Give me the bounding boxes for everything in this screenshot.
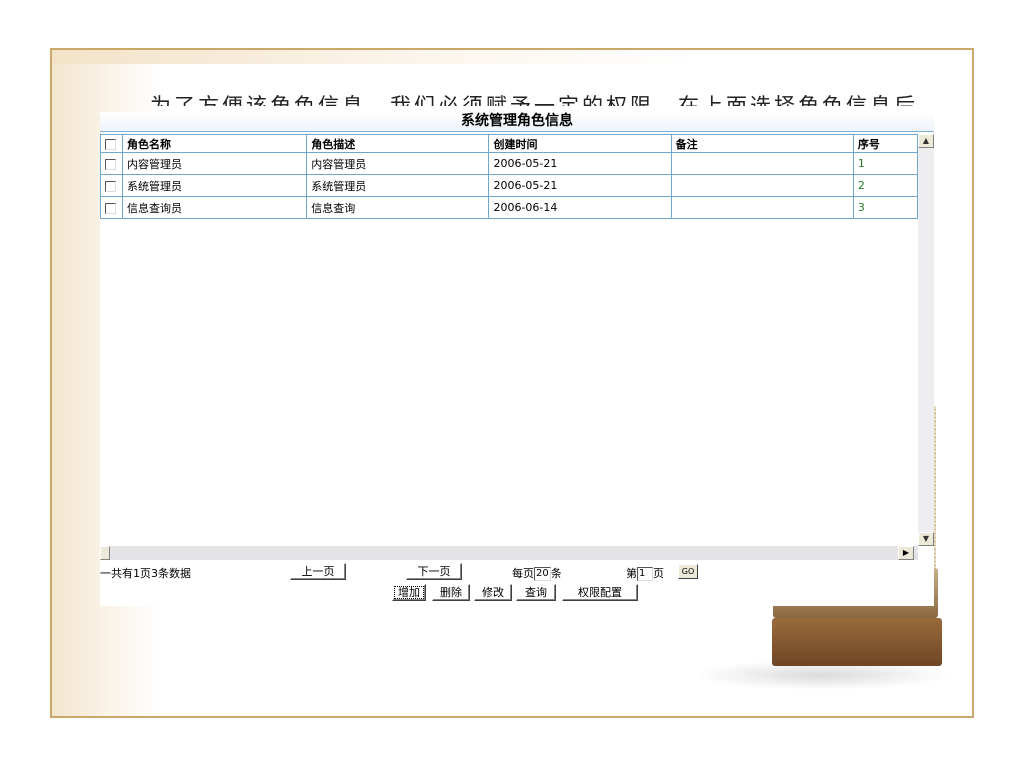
role-table: 角色名称 角色描述 创建时间 备注 序号 内容管理员 内容管理员 2006-05… xyxy=(99,134,919,219)
column-header-name[interactable]: 角色名称 xyxy=(122,134,308,153)
cell-role-name: 内容管理员 xyxy=(122,152,308,175)
row-checkbox-cell[interactable] xyxy=(99,196,124,219)
edit-button[interactable]: 修改 xyxy=(474,584,512,601)
total-count-text: 一共有1页3条数据 xyxy=(100,567,191,580)
cell-seq: 2 xyxy=(852,174,919,197)
per-page-control: 每页 20 条 xyxy=(512,565,562,581)
permission-config-button[interactable]: 权限配置 xyxy=(562,584,638,601)
row-checkbox[interactable] xyxy=(105,158,116,170)
per-page-input[interactable]: 20 xyxy=(534,567,551,581)
per-page-suffix: 条 xyxy=(550,567,562,580)
select-all-checkbox[interactable] xyxy=(105,138,116,150)
slide-top-gradient xyxy=(52,50,972,64)
table-header-row: 角色名称 角色描述 创建时间 备注 序号 xyxy=(99,134,919,153)
column-header-note[interactable]: 备注 xyxy=(670,134,854,153)
page-number-input[interactable]: 1 xyxy=(637,567,653,581)
slide-caption: 为了方便该角色信息，我们必须赋予一定的权限，在上面选择角色信息后，点击下 xyxy=(150,94,940,106)
cell-seq: 3 xyxy=(852,196,919,219)
column-header-seq[interactable]: 序号 xyxy=(852,134,919,153)
row-checkbox[interactable] xyxy=(105,180,116,192)
select-all-cell[interactable] xyxy=(99,134,124,153)
table-row[interactable]: 信息查询员 信息查询 2006-06-14 3 xyxy=(99,196,919,219)
cell-role-name: 信息查询员 xyxy=(122,196,308,219)
per-page-prefix: 每页 xyxy=(512,567,534,580)
table-row[interactable]: 系统管理员 系统管理员 2006-05-21 2 xyxy=(99,174,919,197)
table-row[interactable]: 内容管理员 内容管理员 2006-05-21 1 xyxy=(99,152,919,175)
query-button[interactable]: 查询 xyxy=(516,584,556,601)
page-number-control: 第1页 xyxy=(626,565,664,581)
go-button[interactable]: GO xyxy=(678,564,698,579)
cell-role-desc: 系统管理员 xyxy=(306,174,490,197)
scroll-down-arrow-icon[interactable]: ▼ xyxy=(918,532,934,546)
cell-role-desc: 内容管理员 xyxy=(306,152,490,175)
cell-created: 2006-06-14 xyxy=(488,196,672,219)
cell-created: 2006-05-21 xyxy=(488,152,672,175)
column-header-created[interactable]: 创建时间 xyxy=(488,134,672,153)
row-checkbox-cell[interactable] xyxy=(99,174,124,197)
cell-role-desc: 信息查询 xyxy=(306,196,490,219)
horizontal-scrollbar[interactable]: ▶ xyxy=(100,546,918,560)
book-bottom xyxy=(772,618,942,666)
page-suffix: 页 xyxy=(653,567,664,580)
cell-note xyxy=(670,174,854,197)
scroll-right-arrow-icon[interactable]: ▶ xyxy=(898,546,914,560)
row-checkbox-cell[interactable] xyxy=(99,152,124,175)
window-title: 系统管理角色信息 xyxy=(100,112,934,132)
role-management-window: 系统管理角色信息 角色名称 角色描述 创建时间 备注 序号 内容管理员 内容管理… xyxy=(99,112,934,606)
column-header-desc[interactable]: 角色描述 xyxy=(306,134,490,153)
prev-page-button[interactable]: 上一页 xyxy=(290,563,346,580)
scroll-up-arrow-icon[interactable]: ▲ xyxy=(918,134,934,148)
next-page-button[interactable]: 下一页 xyxy=(406,563,462,580)
pager-row: 一共有1页3条数据 上一页 下一页 每页 20 条 第1页 GO xyxy=(100,562,934,582)
delete-button[interactable]: 删除 xyxy=(432,584,470,601)
row-checkbox[interactable] xyxy=(105,202,116,214)
cell-role-name: 系统管理员 xyxy=(122,174,308,197)
action-buttons: 增加 删除 修改 查询 权限配置 xyxy=(100,584,934,604)
cell-note xyxy=(670,196,854,219)
role-table-container: 角色名称 角色描述 创建时间 备注 序号 内容管理员 内容管理员 2006-05… xyxy=(99,134,919,219)
vertical-scrollbar[interactable]: ▲ ▼ xyxy=(918,134,934,546)
cell-note xyxy=(670,152,854,175)
cell-seq: 1 xyxy=(852,152,919,175)
scroll-left-arrow-icon[interactable] xyxy=(100,546,110,560)
cell-created: 2006-05-21 xyxy=(488,174,672,197)
add-button[interactable]: 增加 xyxy=(392,584,426,601)
page-prefix: 第 xyxy=(626,567,637,580)
